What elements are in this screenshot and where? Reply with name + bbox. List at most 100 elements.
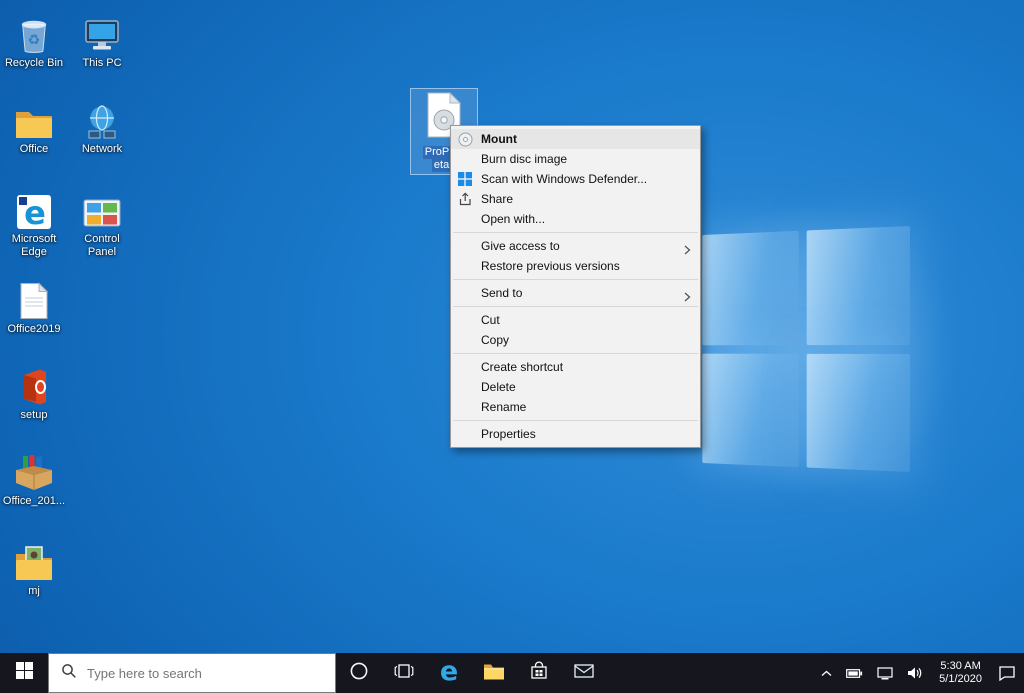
menu-item-label: Delete: [481, 380, 516, 394]
task-view-button[interactable]: [381, 653, 426, 693]
desktop-icon-setup[interactable]: setup: [2, 362, 66, 422]
desktop: ♻ Recycle Bin This PC Office: [0, 0, 1024, 693]
cortana-circle-icon: [349, 661, 369, 686]
svg-text:♻: ♻: [28, 31, 41, 47]
context-menu: Mount Burn disc image Scan with Windows …: [450, 125, 701, 448]
action-center-icon[interactable]: [996, 665, 1018, 681]
windows-defender-icon: [458, 172, 473, 187]
taskbar-clock[interactable]: 5:30 AM 5/1/2020: [935, 660, 986, 686]
mail-envelope-icon: [574, 663, 594, 684]
volume-icon[interactable]: [905, 666, 925, 680]
office-setup-icon: [17, 362, 51, 406]
menu-separator: [453, 306, 698, 307]
start-button[interactable]: [0, 653, 48, 693]
menu-separator: [453, 279, 698, 280]
menu-item-properties[interactable]: Properties: [451, 424, 700, 444]
desktop-icon-this-pc[interactable]: This PC: [70, 10, 134, 70]
desktop-icon-office-201[interactable]: Office_201...: [2, 448, 66, 508]
mail-button[interactable]: [561, 653, 606, 693]
recycle-bin-icon: ♻: [18, 10, 50, 54]
desktop-icon-network[interactable]: Network: [70, 96, 134, 156]
store-bag-icon: [529, 661, 549, 686]
taskbar: e: [0, 653, 1024, 693]
clock-time: 5:30 AM: [939, 660, 982, 673]
menu-item-label: Give access to: [481, 239, 560, 253]
menu-item-label: Open with...: [481, 212, 545, 226]
cortana-button[interactable]: [336, 653, 381, 693]
document-icon: [19, 276, 49, 320]
icon-label: Network: [82, 143, 122, 156]
menu-item-label: Cut: [481, 313, 500, 327]
desktop-icon-office2019[interactable]: Office2019: [2, 276, 66, 336]
edge-logo-icon: e: [16, 186, 52, 230]
chevron-right-icon: [684, 288, 691, 308]
clock-date: 5/1/2020: [939, 673, 982, 686]
menu-item-label: Create shortcut: [481, 360, 563, 374]
menu-item-label: Restore previous versions: [481, 259, 620, 273]
network-icon[interactable]: [875, 667, 895, 680]
menu-separator: [453, 353, 698, 354]
menu-item-restore-previous-versions[interactable]: Restore previous versions: [451, 256, 700, 276]
battery-icon[interactable]: [844, 669, 865, 678]
menu-item-label: Send to: [481, 286, 522, 300]
menu-item-mount[interactable]: Mount: [451, 129, 700, 149]
menu-item-share[interactable]: Share: [451, 189, 700, 209]
menu-item-scan-with-defender[interactable]: Scan with Windows Defender...: [451, 169, 700, 189]
menu-item-label: Copy: [481, 333, 509, 347]
system-tray: 5:30 AM 5/1/2020: [819, 653, 1024, 693]
edge-icon: e: [436, 657, 462, 690]
windows-logo-pane: [806, 226, 910, 345]
microsoft-store-button[interactable]: [516, 653, 561, 693]
folder-photo-icon: [14, 538, 54, 582]
desktop-icon-microsoft-edge[interactable]: e Microsoft Edge: [2, 186, 66, 259]
folder-icon: [483, 662, 505, 685]
menu-item-burn-disc-image[interactable]: Burn disc image: [451, 149, 700, 169]
desktop-icon-office-folder[interactable]: Office: [2, 96, 66, 156]
menu-item-label: Share: [481, 192, 513, 206]
menu-item-copy[interactable]: Copy: [451, 330, 700, 350]
menu-item-rename[interactable]: Rename: [451, 397, 700, 417]
desktop-icon-recycle-bin[interactable]: ♻ Recycle Bin: [2, 10, 66, 70]
folder-icon: [14, 96, 54, 140]
menu-item-cut[interactable]: Cut: [451, 310, 700, 330]
icon-label: Control Panel: [70, 233, 134, 259]
this-pc-icon: [82, 10, 122, 54]
hidden-icons-chevron-icon[interactable]: [819, 670, 834, 677]
search-icon: [61, 663, 77, 684]
icon-label: Microsoft Edge: [2, 233, 66, 259]
menu-separator: [453, 232, 698, 233]
windows-logo-pane: [702, 353, 798, 467]
icon-label: mj: [28, 585, 40, 598]
windows-logo-pane: [806, 353, 910, 472]
menu-item-label: Properties: [481, 427, 536, 441]
search-input[interactable]: [85, 665, 309, 682]
icon-label: Recycle Bin: [5, 57, 63, 70]
desktop-icon-control-panel[interactable]: Control Panel: [70, 186, 134, 259]
open-box-icon: [14, 448, 54, 492]
control-panel-icon: [82, 186, 122, 230]
svg-text:e: e: [439, 657, 457, 685]
menu-item-give-access-to[interactable]: Give access to: [451, 236, 700, 256]
menu-item-create-shortcut[interactable]: Create shortcut: [451, 357, 700, 377]
taskbar-search[interactable]: [48, 653, 336, 693]
disc-icon: [458, 132, 473, 147]
icon-label: This PC: [82, 57, 121, 70]
file-explorer-button[interactable]: [471, 653, 516, 693]
network-globe-icon: [83, 96, 121, 140]
menu-item-send-to[interactable]: Send to: [451, 283, 700, 303]
task-view-icon: [394, 663, 414, 684]
menu-item-label: Burn disc image: [481, 152, 567, 166]
icon-label: Office_201...: [3, 495, 65, 508]
menu-item-label: Mount: [481, 132, 517, 146]
menu-item-open-with[interactable]: Open with...: [451, 209, 700, 229]
windows-logo-wallpaper: [702, 226, 910, 472]
menu-item-delete[interactable]: Delete: [451, 377, 700, 397]
menu-separator: [453, 420, 698, 421]
icon-label: Office: [20, 143, 49, 156]
icon-label: setup: [21, 409, 48, 422]
icon-label: Office2019: [7, 323, 60, 336]
svg-text:e: e: [24, 194, 46, 230]
edge-taskbar-button[interactable]: e: [426, 653, 471, 693]
desktop-icon-mj[interactable]: mj: [2, 538, 66, 598]
windows-start-icon: [16, 662, 33, 684]
